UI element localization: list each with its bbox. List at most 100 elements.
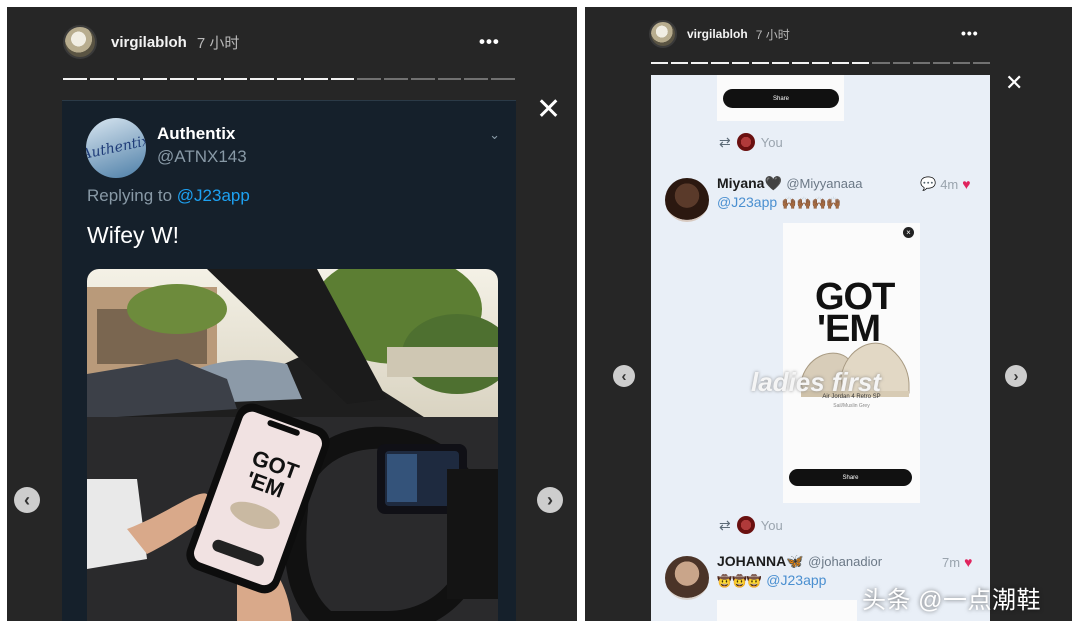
sender-name[interactable]: Miyana🖤 <box>717 175 782 191</box>
tweet-author-avatar[interactable]: Authentix <box>86 118 146 178</box>
story-header: virgilabloh 7 小时 <box>63 25 239 59</box>
progress-segment <box>143 78 168 80</box>
progress-segment <box>170 78 194 80</box>
retweet-row: ⇄ You <box>719 133 783 151</box>
share-button[interactable]: Share <box>723 89 839 108</box>
miyana-avatar[interactable] <box>665 178 709 222</box>
message-time: 4m <box>940 176 959 192</box>
progress-segment <box>491 78 516 80</box>
avatar[interactable] <box>649 20 677 48</box>
progress-segment <box>791 62 809 64</box>
mention-link[interactable]: @J23app <box>717 194 777 210</box>
progress-segment <box>410 78 435 80</box>
reply-icon[interactable]: 💬 <box>920 176 936 192</box>
more-options-icon[interactable]: ••• <box>961 25 979 41</box>
progress-segment <box>872 62 890 64</box>
you-avatar <box>736 516 755 534</box>
progress-segment <box>330 78 355 80</box>
progress-segment <box>437 78 462 80</box>
shared-post-card-partial <box>717 600 857 621</box>
progress-segment <box>932 62 950 64</box>
progress-segment <box>196 78 221 80</box>
progress-segment <box>651 62 669 64</box>
sender-handle[interactable]: @johanadior <box>808 554 882 569</box>
tweet-author-handle[interactable]: @ATNX143 <box>157 147 247 167</box>
retweet-icon[interactable]: ⇄ <box>719 517 731 534</box>
next-story-arrow-icon[interactable]: › <box>1005 365 1027 387</box>
reply-context: Replying to @J23app <box>87 186 250 206</box>
avatar-logo-text: Authentix <box>86 132 146 164</box>
next-story-arrow-icon[interactable]: › <box>537 487 563 513</box>
product-subtitle: Sail/Muslin Grey <box>833 403 870 409</box>
progress-segment <box>711 62 729 64</box>
car-interior-photo: GOT 'EM <box>87 269 498 621</box>
ladies-first-overlay-text: ladies first <box>751 367 882 397</box>
sender-handle[interactable]: @Miyyanaaa <box>786 176 862 191</box>
retweet-row: ⇄ You <box>719 516 783 534</box>
sender-name[interactable]: JOHANNA🦋 <box>717 553 804 569</box>
story-time: 7 小时 <box>755 27 790 42</box>
chevron-down-icon[interactable]: ⌄ <box>489 127 500 143</box>
avatar[interactable] <box>63 25 97 59</box>
mention-link[interactable]: @J23app <box>766 572 826 588</box>
story-progress-bar <box>63 78 516 80</box>
progress-segment <box>250 78 275 80</box>
progress-segment <box>892 62 910 64</box>
you-avatar <box>736 133 755 151</box>
progress-segment <box>277 78 301 80</box>
progress-segment <box>63 78 87 80</box>
progress-segment <box>89 78 114 80</box>
emoji-text: 🤠🤠🤠 <box>717 574 762 588</box>
tweet-author-name[interactable]: Authentix <box>157 124 235 144</box>
progress-segment <box>464 78 489 80</box>
progress-segment <box>731 62 749 64</box>
story-header: virgilabloh 7 小时 <box>649 20 790 48</box>
more-options-icon[interactable]: ••• <box>479 32 500 52</box>
progress-segment <box>952 62 970 64</box>
tweet-card: Authentix Authentix @ATNX143 ⌄ Replying … <box>62 100 516 621</box>
progress-segment <box>303 78 328 80</box>
you-label: You <box>760 134 783 150</box>
reply-prefix: Replying to <box>87 186 173 205</box>
tweet-photo[interactable]: GOT 'EM <box>87 269 498 621</box>
johanna-avatar[interactable] <box>665 556 709 600</box>
shared-product-card[interactable]: × GOT 'EM Air Jordan 4 Retro SP Sail/Mus… <box>783 223 920 503</box>
message-time: 7m <box>942 554 961 570</box>
progress-segment <box>832 62 850 64</box>
dm-message-text: 🤠🤠🤠 @J23app <box>717 572 826 590</box>
share-button[interactable]: Share <box>789 469 912 486</box>
dm-message-text: @J23app 🙌🏾🙌🏾🙌🏾🙌🏾 <box>717 194 841 212</box>
progress-segment <box>116 78 141 80</box>
heart-icon[interactable]: ♥ <box>962 176 970 192</box>
left-story-panel: virgilabloh 7 小时 ••• ✕ ‹ › Authentix Aut… <box>7 7 577 621</box>
retweet-icon[interactable]: ⇄ <box>719 134 731 151</box>
dm-message-header: Miyana🖤 @Miyyanaaa <box>717 175 862 193</box>
progress-segment <box>912 62 930 64</box>
heart-icon[interactable]: ♥ <box>964 554 972 570</box>
progress-segment <box>223 78 248 80</box>
right-story-panel: virgilabloh 7 小时 ••• ✕ ‹ › Share ⇄ You M… <box>585 7 1072 621</box>
close-icon[interactable]: ✕ <box>1005 72 1023 94</box>
previous-story-arrow-icon[interactable]: ‹ <box>613 365 635 387</box>
close-icon[interactable]: ✕ <box>536 95 561 125</box>
watermark-text: 头条 @一点潮鞋 <box>862 587 1042 614</box>
dm-meta: 7m ♥ <box>942 554 972 570</box>
story-time: 7 小时 <box>196 34 240 52</box>
progress-segment <box>691 62 709 64</box>
dm-meta: 💬 4m ♥ <box>920 176 971 192</box>
dm-message-header: JOHANNA🦋 @johanadior <box>717 553 882 571</box>
tweet-text: Wifey W! <box>87 222 179 248</box>
previous-story-arrow-icon[interactable]: ‹ <box>14 487 40 513</box>
you-label: You <box>760 517 783 533</box>
progress-segment <box>384 78 408 80</box>
emoji-text: 🙌🏾🙌🏾🙌🏾🙌🏾 <box>781 196 842 210</box>
progress-segment <box>771 62 789 64</box>
story-username[interactable]: virgilabloh <box>687 27 748 41</box>
story-username[interactable]: virgilabloh <box>111 34 187 51</box>
close-icon[interactable]: × <box>903 227 914 238</box>
dm-thread-screen: Share ⇄ You Miyana🖤 @Miyyanaaa @J23app 🙌… <box>651 75 990 621</box>
progress-segment <box>973 62 991 64</box>
reply-mention-link[interactable]: @J23app <box>177 186 250 205</box>
progress-segment <box>812 62 830 64</box>
progress-segment <box>671 62 689 64</box>
